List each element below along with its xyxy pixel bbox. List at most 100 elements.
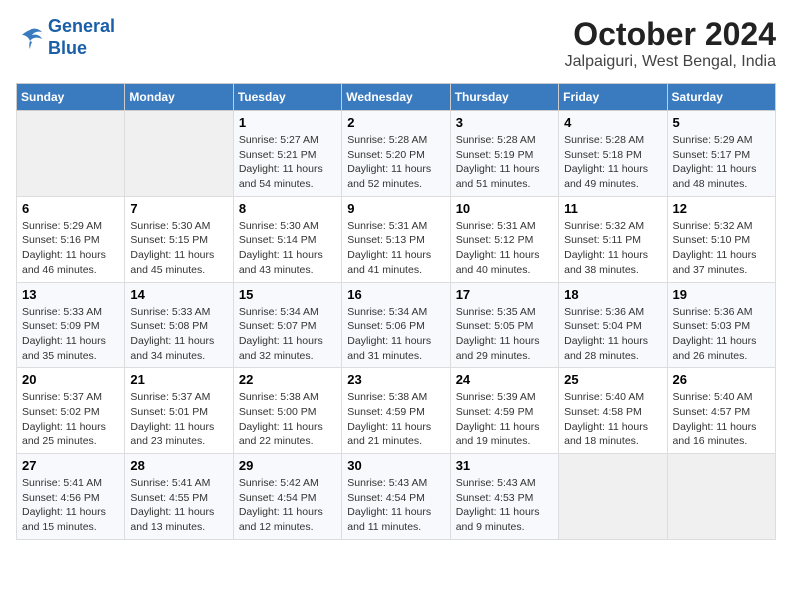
day-number: 19	[673, 287, 770, 302]
header-cell-wednesday: Wednesday	[342, 84, 450, 111]
day-info: Sunrise: 5:39 AM Sunset: 4:59 PM Dayligh…	[456, 390, 553, 449]
day-info: Sunrise: 5:28 AM Sunset: 5:19 PM Dayligh…	[456, 133, 553, 192]
day-number: 12	[673, 201, 770, 216]
day-number: 31	[456, 458, 553, 473]
day-number: 29	[239, 458, 336, 473]
week-row-2: 6Sunrise: 5:29 AM Sunset: 5:16 PM Daylig…	[17, 196, 776, 282]
header-row: SundayMondayTuesdayWednesdayThursdayFrid…	[17, 84, 776, 111]
day-number: 11	[564, 201, 661, 216]
calendar-cell: 25Sunrise: 5:40 AM Sunset: 4:58 PM Dayli…	[559, 368, 667, 454]
day-number: 28	[130, 458, 227, 473]
day-number: 27	[22, 458, 119, 473]
calendar-cell: 7 Sunrise: 5:30 AM Sunset: 5:15 PM Daylig…	[125, 196, 233, 282]
calendar-cell: 13Sunrise: 5:33 AM Sunset: 5:09 PM Dayli…	[17, 282, 125, 368]
day-number: 9	[347, 201, 444, 216]
header-cell-monday: Monday	[125, 84, 233, 111]
day-info: Sunrise: 5:28 AM Sunset: 5:18 PM Dayligh…	[564, 133, 661, 192]
day-info: Sunrise: 5:41 AM Sunset: 4:55 PM Dayligh…	[130, 476, 227, 535]
day-number: 26	[673, 372, 770, 387]
day-info: Sunrise: 5:31 AM Sunset: 5:13 PM Dayligh…	[347, 219, 444, 278]
header-cell-sunday: Sunday	[17, 84, 125, 111]
day-number: 15	[239, 287, 336, 302]
calendar-cell: 9 Sunrise: 5:31 AM Sunset: 5:13 PM Daylig…	[342, 196, 450, 282]
day-info: Sunrise: 5:38 AM Sunset: 4:59 PM Dayligh…	[347, 390, 444, 449]
calendar-body: 1Sunrise: 5:27 AM Sunset: 5:21 PM Daylig…	[17, 111, 776, 540]
header-cell-tuesday: Tuesday	[233, 84, 341, 111]
day-number: 5	[673, 115, 770, 130]
day-info: Sunrise: 5:30 AM Sunset: 5:15 PM Dayligh…	[130, 219, 227, 278]
page-header: General Blue October 2024 Jalpaiguri, We…	[16, 16, 776, 71]
calendar-cell: 16 Sunrise: 5:34 AM Sunset: 5:06 PM Dayli…	[342, 282, 450, 368]
day-info: Sunrise: 5:32 AM Sunset: 5:11 PM Dayligh…	[564, 219, 661, 278]
day-number: 14	[130, 287, 227, 302]
day-number: 1	[239, 115, 336, 130]
title-block: October 2024 Jalpaiguri, West Bengal, In…	[565, 16, 776, 71]
day-number: 24	[456, 372, 553, 387]
calendar-cell: 18Sunrise: 5:36 AM Sunset: 5:04 PM Dayli…	[559, 282, 667, 368]
day-number: 2	[347, 115, 444, 130]
week-row-4: 20 Sunrise: 5:37 AM Sunset: 5:02 PM Dayli…	[17, 368, 776, 454]
day-info: Sunrise: 5:36 AM Sunset: 5:03 PM Dayligh…	[673, 305, 770, 364]
day-number: 4	[564, 115, 661, 130]
calendar-cell: 30 Sunrise: 5:43 AM Sunset: 4:54 PM Dayli…	[342, 454, 450, 540]
day-number: 7	[130, 201, 227, 216]
header-cell-thursday: Thursday	[450, 84, 558, 111]
day-number: 16	[347, 287, 444, 302]
day-number: 8	[239, 201, 336, 216]
week-row-3: 13Sunrise: 5:33 AM Sunset: 5:09 PM Dayli…	[17, 282, 776, 368]
calendar-cell: 5 Sunrise: 5:29 AM Sunset: 5:17 PM Daylig…	[667, 111, 775, 197]
logo-line1: General	[48, 16, 115, 36]
calendar-cell: 3 Sunrise: 5:28 AM Sunset: 5:19 PM Daylig…	[450, 111, 558, 197]
day-info: Sunrise: 5:29 AM Sunset: 5:17 PM Dayligh…	[673, 133, 770, 192]
day-info: Sunrise: 5:37 AM Sunset: 5:01 PM Dayligh…	[130, 390, 227, 449]
day-info: Sunrise: 5:40 AM Sunset: 4:57 PM Dayligh…	[673, 390, 770, 449]
header-cell-friday: Friday	[559, 84, 667, 111]
logo-text: General Blue	[48, 16, 115, 59]
day-info: Sunrise: 5:34 AM Sunset: 5:06 PM Dayligh…	[347, 305, 444, 364]
calendar-cell: 28 Sunrise: 5:41 AM Sunset: 4:55 PM Dayli…	[125, 454, 233, 540]
calendar-cell: 22Sunrise: 5:38 AM Sunset: 5:00 PM Dayli…	[233, 368, 341, 454]
calendar-cell: 21Sunrise: 5:37 AM Sunset: 5:01 PM Dayli…	[125, 368, 233, 454]
day-info: Sunrise: 5:29 AM Sunset: 5:16 PM Dayligh…	[22, 219, 119, 278]
calendar-cell: 14 Sunrise: 5:33 AM Sunset: 5:08 PM Dayli…	[125, 282, 233, 368]
day-info: Sunrise: 5:35 AM Sunset: 5:05 PM Dayligh…	[456, 305, 553, 364]
day-info: Sunrise: 5:33 AM Sunset: 5:08 PM Dayligh…	[130, 305, 227, 364]
calendar-cell: 10Sunrise: 5:31 AM Sunset: 5:12 PM Dayli…	[450, 196, 558, 282]
day-info: Sunrise: 5:40 AM Sunset: 4:58 PM Dayligh…	[564, 390, 661, 449]
day-number: 23	[347, 372, 444, 387]
calendar-cell: 6Sunrise: 5:29 AM Sunset: 5:16 PM Daylig…	[17, 196, 125, 282]
day-info: Sunrise: 5:41 AM Sunset: 4:56 PM Dayligh…	[22, 476, 119, 535]
day-info: Sunrise: 5:42 AM Sunset: 4:54 PM Dayligh…	[239, 476, 336, 535]
day-number: 20	[22, 372, 119, 387]
day-info: Sunrise: 5:37 AM Sunset: 5:02 PM Dayligh…	[22, 390, 119, 449]
week-row-1: 1Sunrise: 5:27 AM Sunset: 5:21 PM Daylig…	[17, 111, 776, 197]
day-number: 3	[456, 115, 553, 130]
day-info: Sunrise: 5:43 AM Sunset: 4:54 PM Dayligh…	[347, 476, 444, 535]
day-info: Sunrise: 5:28 AM Sunset: 5:20 PM Dayligh…	[347, 133, 444, 192]
calendar-cell: 19 Sunrise: 5:36 AM Sunset: 5:03 PM Dayli…	[667, 282, 775, 368]
calendar-cell: 2 Sunrise: 5:28 AM Sunset: 5:20 PM Daylig…	[342, 111, 450, 197]
page-title: October 2024	[565, 16, 776, 53]
calendar-cell: 4 Sunrise: 5:28 AM Sunset: 5:18 PM Daylig…	[559, 111, 667, 197]
calendar-cell: 26 Sunrise: 5:40 AM Sunset: 4:57 PM Dayli…	[667, 368, 775, 454]
day-number: 30	[347, 458, 444, 473]
week-row-5: 27 Sunrise: 5:41 AM Sunset: 4:56 PM Dayli…	[17, 454, 776, 540]
day-info: Sunrise: 5:32 AM Sunset: 5:10 PM Dayligh…	[673, 219, 770, 278]
calendar-cell: 17 Sunrise: 5:35 AM Sunset: 5:05 PM Dayli…	[450, 282, 558, 368]
calendar-cell: 12 Sunrise: 5:32 AM Sunset: 5:10 PM Dayli…	[667, 196, 775, 282]
calendar-cell: 23 Sunrise: 5:38 AM Sunset: 4:59 PM Dayli…	[342, 368, 450, 454]
header-cell-saturday: Saturday	[667, 84, 775, 111]
day-info: Sunrise: 5:33 AM Sunset: 5:09 PM Dayligh…	[22, 305, 119, 364]
calendar-cell	[559, 454, 667, 540]
calendar-cell: 29 Sunrise: 5:42 AM Sunset: 4:54 PM Dayli…	[233, 454, 341, 540]
logo-bird-icon	[16, 26, 44, 50]
logo-line2: Blue	[48, 38, 87, 58]
calendar-cell	[667, 454, 775, 540]
page-subtitle: Jalpaiguri, West Bengal, India	[565, 53, 776, 71]
calendar-cell	[125, 111, 233, 197]
day-info: Sunrise: 5:43 AM Sunset: 4:53 PM Dayligh…	[456, 476, 553, 535]
day-info: Sunrise: 5:31 AM Sunset: 5:12 PM Dayligh…	[456, 219, 553, 278]
logo: General Blue	[16, 16, 115, 59]
calendar-cell: 20 Sunrise: 5:37 AM Sunset: 5:02 PM Dayli…	[17, 368, 125, 454]
day-number: 17	[456, 287, 553, 302]
